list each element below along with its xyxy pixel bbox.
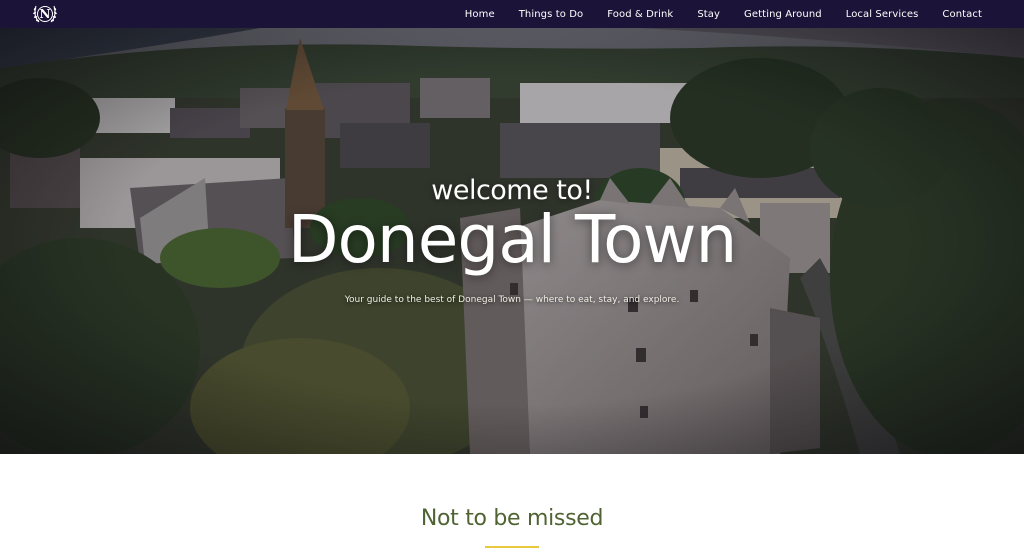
hero-text-block: welcome to! Donegal Town Your guide to t…: [0, 28, 1024, 454]
hero-title: Donegal Town: [287, 201, 738, 278]
nav-link-getting-around[interactable]: Getting Around: [744, 9, 822, 20]
nav-link-food-drink[interactable]: Food & Drink: [607, 9, 673, 20]
site-logo[interactable]: N: [30, 1, 60, 27]
section-divider: [485, 546, 539, 548]
nav-link-things-to-do[interactable]: Things to Do: [519, 9, 584, 20]
hero-banner: welcome to! Donegal Town Your guide to t…: [0, 28, 1024, 454]
nav-link-home[interactable]: Home: [465, 9, 495, 20]
nav-link-stay[interactable]: Stay: [697, 9, 720, 20]
featured-section: Not to be missed: [0, 454, 1024, 552]
nav-link-local-services[interactable]: Local Services: [846, 9, 919, 20]
hero-subtitle: Your guide to the best of Donegal Town —…: [344, 295, 680, 305]
nav-link-contact[interactable]: Contact: [942, 9, 982, 20]
section-title: Not to be missed: [420, 506, 604, 531]
main-nav: Home Things to Do Food & Drink Stay Gett…: [465, 0, 982, 28]
logo-letter: N: [37, 6, 53, 22]
top-navbar: N Home Things to Do Food & Drink Stay Ge…: [0, 0, 1024, 28]
